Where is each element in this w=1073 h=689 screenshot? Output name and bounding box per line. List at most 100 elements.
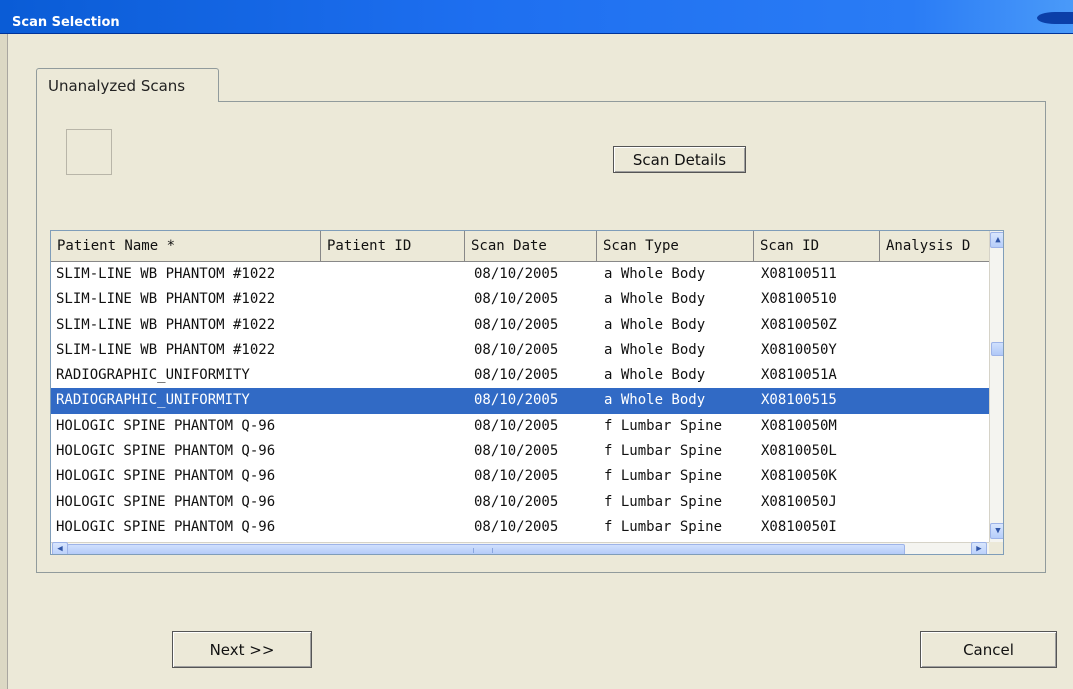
vertical-scroll-thumb[interactable] (991, 342, 1003, 356)
table-cell: a Whole Body (604, 341, 706, 358)
table-cell: 08/10/2005 (474, 417, 559, 434)
title-bar-accent (1037, 12, 1073, 24)
table-cell: X0810050M (761, 417, 837, 434)
table-cell: 08/10/2005 (474, 392, 559, 409)
table-header: Patient Name * Patient ID Scan Date Scan… (51, 231, 991, 262)
table-cell: 08/10/2005 (474, 443, 559, 460)
table-cell (881, 363, 991, 388)
table-cell: X0810050L (761, 443, 837, 460)
table-cell: 08/10/2005 (474, 367, 559, 384)
next-button[interactable]: Next >> (172, 631, 312, 668)
cancel-button[interactable]: Cancel (920, 631, 1057, 668)
table-cell: 08/10/2005 (474, 468, 559, 485)
table-row[interactable]: SLIM-LINE WB PHANTOM #1022 08/10/2005 a Wh… (51, 313, 991, 338)
chevron-up-icon[interactable]: ▲ (990, 232, 1003, 248)
chevron-down-icon[interactable]: ▼ (990, 523, 1003, 539)
column-header-analysis-date[interactable]: Analysis D (880, 231, 991, 262)
table-row[interactable]: HOLOGIC SPINE PHANTOM Q-96 08/10/2005 f Lu… (51, 515, 991, 540)
table-cell: a Whole Body (604, 316, 706, 333)
table-cell (881, 313, 991, 338)
table-cell (881, 490, 991, 515)
table-cell (326, 439, 461, 464)
table-cell: SLIM-LINE WB PHANTOM #1022 (56, 266, 276, 282)
table-cell: 08/10/2005 (474, 266, 559, 282)
table-cell (326, 313, 461, 338)
table-cell (881, 414, 991, 439)
table-row[interactable]: HOLOGIC SPINE PHANTOM Q-96 08/10/2005 f Lu… (51, 414, 991, 439)
table-cell: HOLOGIC SPINE PHANTOM Q-96 (56, 518, 276, 535)
scan-details-button[interactable]: Scan Details (613, 146, 746, 173)
title-bar[interactable]: Scan Selection (0, 0, 1073, 34)
table-cell: f Lumbar Spine (604, 468, 723, 485)
table-cell: a Whole Body (604, 266, 706, 282)
tab-label: Unanalyzed Scans (48, 77, 186, 95)
column-header-scan-date[interactable]: Scan Date (465, 231, 597, 262)
table-cell (881, 338, 991, 363)
table-row[interactable]: SLIM-LINE WB PHANTOM #1022 08/10/2005 a Wh… (51, 338, 991, 363)
column-header-patient-id[interactable]: Patient ID (321, 231, 465, 262)
window-title: Scan Selection (12, 15, 120, 30)
table-cell: 08/10/2005 (474, 493, 559, 510)
table-row[interactable]: HOLOGIC SPINE PHANTOM Q-96 08/10/2005 f Lu… (51, 464, 991, 489)
table-cell (881, 439, 991, 464)
table-cell: 08/10/2005 (474, 291, 559, 308)
table-cell: HOLOGIC SPINE PHANTOM Q-96 (56, 493, 276, 510)
table-cell (326, 262, 461, 287)
table-cell: SLIM-LINE WB PHANTOM #1022 (56, 316, 276, 333)
chevron-right-icon[interactable]: ▶ (971, 542, 987, 554)
table-row[interactable]: SLIM-LINE WB PHANTOM #1022 08/10/2005 a Wh… (51, 262, 991, 287)
table-cell: a Whole Body (604, 367, 706, 384)
column-header-scan-type[interactable]: Scan Type (597, 231, 754, 262)
table-cell (881, 388, 991, 413)
table-row[interactable]: HOLOGIC SPINE PHANTOM Q-96 08/10/2005 f Lu… (51, 490, 991, 515)
scrollbar-corner (989, 542, 1003, 554)
table-cell: X08100515 (761, 392, 837, 409)
table-cell (326, 338, 461, 363)
table-cell: f Lumbar Spine (604, 518, 723, 535)
table-row[interactable]: RADIOGRAPHIC_UNIFORMITY 08/10/2005 a Whole… (51, 363, 991, 388)
vertical-scrollbar[interactable]: ▲ ▼ (989, 231, 1003, 542)
scroll-grip-icon (473, 548, 493, 553)
table-cell (326, 363, 461, 388)
window-frame-left (0, 34, 8, 689)
table-cell: RADIOGRAPHIC_UNIFORMITY (56, 392, 250, 409)
table-cell (326, 515, 461, 540)
scan-table[interactable]: Patient Name * Patient ID Scan Date Scan… (50, 230, 1004, 555)
table-cell: f Lumbar Spine (604, 493, 723, 510)
table-row[interactable]: RADIOGRAPHIC_UNIFORMITY 08/10/2005 a Whole… (51, 388, 991, 414)
horizontal-scrollbar[interactable]: ◀ ▶ (51, 542, 989, 554)
table-cell (881, 515, 991, 540)
table-cell (881, 287, 991, 312)
table-cell: X0810050Y (761, 341, 837, 358)
table-cell (881, 464, 991, 489)
table-cell: HOLOGIC SPINE PHANTOM Q-96 (56, 417, 276, 434)
table-cell: 08/10/2005 (474, 341, 559, 358)
chevron-left-icon[interactable]: ◀ (52, 542, 68, 554)
table-cell (326, 287, 461, 312)
table-cell: X08100510 (761, 291, 837, 308)
table-cell: HOLOGIC SPINE PHANTOM Q-96 (56, 443, 276, 460)
table-row[interactable]: HOLOGIC SPINE PHANTOM Q-96 08/10/2005 f Lu… (51, 439, 991, 464)
scan-preview-box (66, 129, 112, 175)
table-cell: SLIM-LINE WB PHANTOM #1022 (56, 291, 276, 308)
table-body: SLIM-LINE WB PHANTOM #1022 08/10/2005 a Wh… (51, 262, 991, 542)
table-cell (881, 262, 991, 287)
table-cell: HOLOGIC SPINE PHANTOM Q-96 (56, 468, 276, 485)
table-row[interactable]: SLIM-LINE WB PHANTOM #1022 08/10/2005 a Wh… (51, 287, 991, 312)
table-cell: 08/10/2005 (474, 518, 559, 535)
table-cell (326, 414, 461, 439)
horizontal-scroll-thumb[interactable] (67, 544, 905, 554)
table-cell: X0810050K (761, 468, 837, 485)
table-cell: SLIM-LINE WB PHANTOM #1022 (56, 341, 276, 358)
table-cell: X0810050Z (761, 316, 837, 333)
table-cell: f Lumbar Spine (604, 417, 723, 434)
column-header-scan-id[interactable]: Scan ID (754, 231, 880, 262)
table-cell (326, 464, 461, 489)
table-cell: 08/10/2005 (474, 316, 559, 333)
column-header-patient-name[interactable]: Patient Name * (51, 231, 321, 262)
table-cell (326, 490, 461, 515)
table-cell: X0810050J (761, 493, 837, 510)
tab-unanalyzed-scans[interactable]: Unanalyzed Scans (36, 68, 219, 102)
table-cell: a Whole Body (604, 291, 706, 308)
table-cell (326, 388, 461, 413)
